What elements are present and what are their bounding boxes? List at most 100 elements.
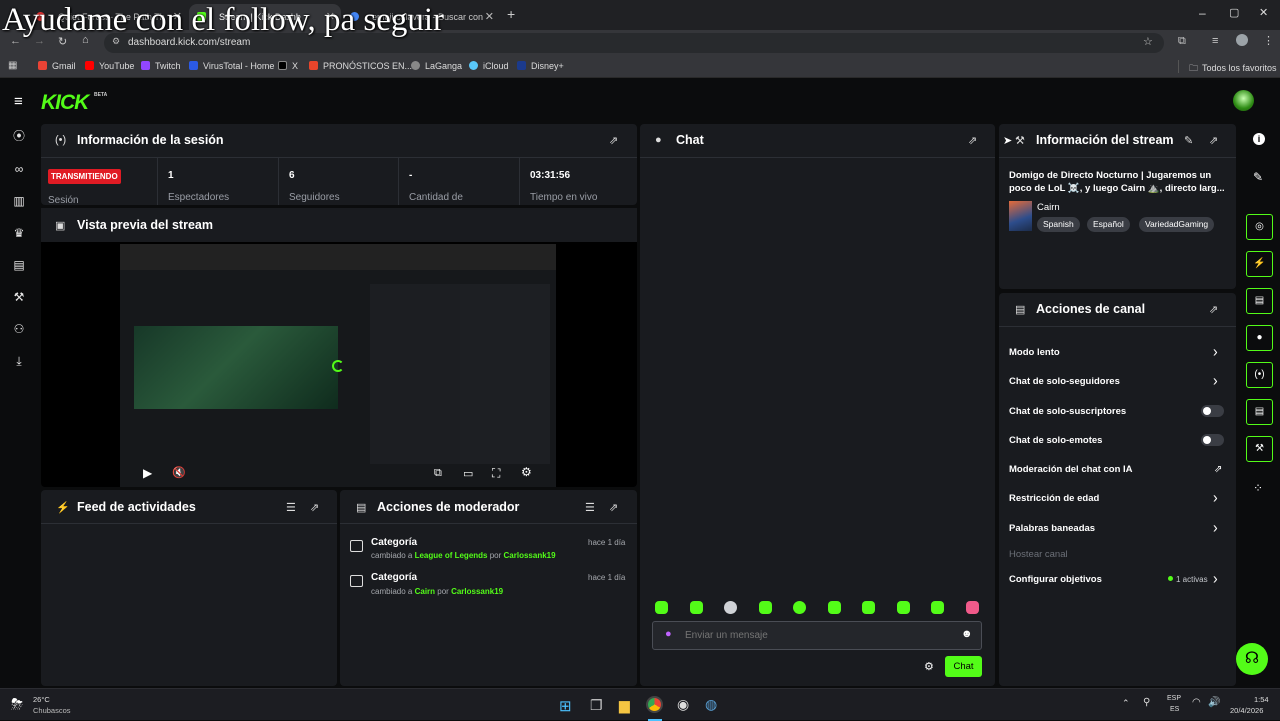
popout-icon[interactable]: ⇗ <box>968 134 977 147</box>
chevron-right-icon[interactable]: › <box>1213 569 1218 587</box>
language-top[interactable]: ESP <box>1167 695 1181 702</box>
more-menu-icon[interactable]: ⋮ <box>1263 34 1274 47</box>
weather-temp[interactable]: 26°C <box>33 695 50 704</box>
info-icon[interactable]: i <box>1253 133 1265 145</box>
obs-icon[interactable]: ◉ <box>677 696 689 713</box>
bookmark-icloud[interactable]: iCloud <box>469 61 509 71</box>
user-link[interactable]: Carlossank19 <box>451 587 503 596</box>
bookmark-x[interactable]: X <box>278 61 298 71</box>
hamburger-menu-icon[interactable]: ≡ <box>14 93 23 110</box>
emote-button[interactable] <box>897 601 910 614</box>
quick-action-button[interactable]: ⚒ <box>1246 436 1273 462</box>
weather-desc[interactable]: Chubascos <box>33 706 71 715</box>
clock-date[interactable]: 20/4/2026 <box>1230 706 1263 715</box>
emotes-only-toggle[interactable] <box>1201 434 1224 446</box>
wifi-icon[interactable]: ◠ <box>1192 697 1201 708</box>
steam-icon[interactable]: ◍ <box>705 696 717 713</box>
emote-button[interactable] <box>759 601 772 614</box>
category-link[interactable]: League of Legends <box>415 551 488 560</box>
chat-settings-gear-icon[interactable]: ⚙ <box>924 660 934 673</box>
action-slow-mode[interactable]: Modo lento <box>1009 347 1060 358</box>
popout-icon[interactable]: ⇗ <box>1209 134 1218 147</box>
tab-search-icon[interactable]: ≡ <box>1212 35 1218 47</box>
quick-action-button[interactable]: ▤ <box>1246 288 1273 314</box>
category-link[interactable]: Cairn <box>415 587 435 596</box>
bookmark-virustotal[interactable]: VirusTotal - Home <box>189 61 274 71</box>
help-support-button[interactable]: ☊ <box>1236 643 1268 675</box>
tray-expand-icon[interactable]: ⌃ <box>1122 698 1130 709</box>
theater-icon[interactable]: ▭ <box>463 467 473 480</box>
quick-action-button[interactable]: (•) <box>1246 362 1273 388</box>
quick-action-button[interactable]: ◎ <box>1246 214 1273 240</box>
play-icon[interactable]: ▶ <box>143 466 152 480</box>
popout-icon[interactable]: ⇗ <box>310 501 319 514</box>
chat-input-box[interactable]: ● ☻ <box>652 621 982 650</box>
popout-icon[interactable]: ⇗ <box>1209 303 1218 316</box>
edit-pencil-icon[interactable]: ✎ <box>1184 134 1193 147</box>
filter-icon[interactable]: ☰ <box>585 501 595 514</box>
microphone-tray-icon[interactable]: ⚲ <box>1143 697 1150 708</box>
action-configure-goals[interactable]: Configurar objetivos <box>1009 574 1102 585</box>
bookmark-twitch[interactable]: Twitch <box>141 61 181 71</box>
tag-variedadgaming[interactable]: VariedadGaming <box>1139 217 1215 232</box>
bookmark-youtube[interactable]: YouTube <box>85 61 134 71</box>
task-view-icon[interactable]: ❐ <box>590 697 603 714</box>
bookmark-pronosticos[interactable]: PRONÓSTICOS EN... <box>309 61 412 71</box>
sidebar-analytics-icon[interactable]: ▥ <box>11 193 27 209</box>
emote-button[interactable] <box>828 601 841 614</box>
popout-icon[interactable]: ⇗ <box>609 501 618 514</box>
microphone-icon[interactable]: ● <box>665 628 672 640</box>
emote-button[interactable] <box>931 601 944 614</box>
fullscreen-icon[interactable]: ⛶ <box>492 466 500 481</box>
close-icon[interactable]: ✕ <box>485 10 494 23</box>
clock-time[interactable]: 1:54 <box>1254 695 1269 704</box>
subscribers-only-toggle[interactable] <box>1201 405 1224 417</box>
sidebar-upload-icon[interactable]: ⤓ <box>11 353 27 369</box>
quick-action-button[interactable]: ⚡ <box>1246 251 1273 277</box>
language-bottom[interactable]: ES <box>1170 706 1179 713</box>
action-banned-words[interactable]: Palabras baneadas <box>1009 523 1095 534</box>
emote-button[interactable] <box>655 601 668 614</box>
send-chat-button[interactable]: Chat <box>945 656 982 677</box>
sidebar-trophy-icon[interactable]: ♛ <box>11 225 27 241</box>
emoji-icon[interactable]: ☻ <box>961 628 973 640</box>
profile-avatar[interactable] <box>1236 34 1248 46</box>
action-followers-only[interactable]: Chat de solo-seguidores <box>1009 376 1120 387</box>
emote-button[interactable] <box>793 601 806 614</box>
quick-action-button[interactable]: ▤ <box>1246 399 1273 425</box>
sidebar-video-icon[interactable]: ▤ <box>11 257 27 273</box>
extensions-icon[interactable]: ⧉ <box>1178 35 1186 48</box>
bookmark-disney[interactable]: Disney+ <box>517 61 564 71</box>
external-link-icon[interactable]: ⇗ <box>1214 464 1222 475</box>
star-icon[interactable]: ☆ <box>1143 35 1153 48</box>
window-close-icon[interactable]: ✕ <box>1259 6 1268 19</box>
chevron-right-icon[interactable]: › <box>1213 342 1218 360</box>
pip-icon[interactable]: ⧉ <box>434 467 442 480</box>
filter-icon[interactable]: ☰ <box>286 501 296 514</box>
emote-button[interactable] <box>690 601 703 614</box>
emote-button[interactable] <box>724 601 737 614</box>
user-link[interactable]: Carlossank19 <box>504 551 556 560</box>
apps-grid-icon[interactable]: ▦ <box>8 60 17 71</box>
emote-button[interactable] <box>862 601 875 614</box>
kick-logo[interactable]: KICK <box>41 91 89 115</box>
category-name[interactable]: Cairn <box>1037 202 1060 213</box>
category-thumbnail[interactable] <box>1009 201 1032 231</box>
action-age-restriction[interactable]: Restricción de edad <box>1009 493 1099 504</box>
chevron-right-icon[interactable]: › <box>1213 371 1218 389</box>
emote-button[interactable] <box>966 601 979 614</box>
tag-espanol[interactable]: Español <box>1087 217 1130 232</box>
bookmark-all-folder[interactable]: 🗀 Todos los favoritos <box>1189 61 1277 77</box>
edit-pencil-icon[interactable]: ✎ <box>1253 170 1263 184</box>
action-ai-moderation[interactable]: Moderación del chat con IA <box>1009 464 1133 475</box>
sidebar-users-icon[interactable]: ⚇ <box>11 321 27 337</box>
bookmark-laganga[interactable]: LaGanga <box>411 61 462 71</box>
file-explorer-icon[interactable]: ▆ <box>619 697 630 714</box>
chevron-right-icon[interactable]: › <box>1213 488 1218 506</box>
maximize-icon[interactable]: ▢ <box>1229 6 1239 19</box>
sidebar-wrench-icon[interactable]: ⚒ <box>11 289 27 305</box>
volume-icon[interactable]: 🔊 <box>1208 697 1220 708</box>
new-tab-icon[interactable]: + <box>507 6 515 22</box>
chevron-right-icon[interactable]: › <box>1213 518 1218 536</box>
minimize-icon[interactable]: – <box>1199 6 1206 20</box>
